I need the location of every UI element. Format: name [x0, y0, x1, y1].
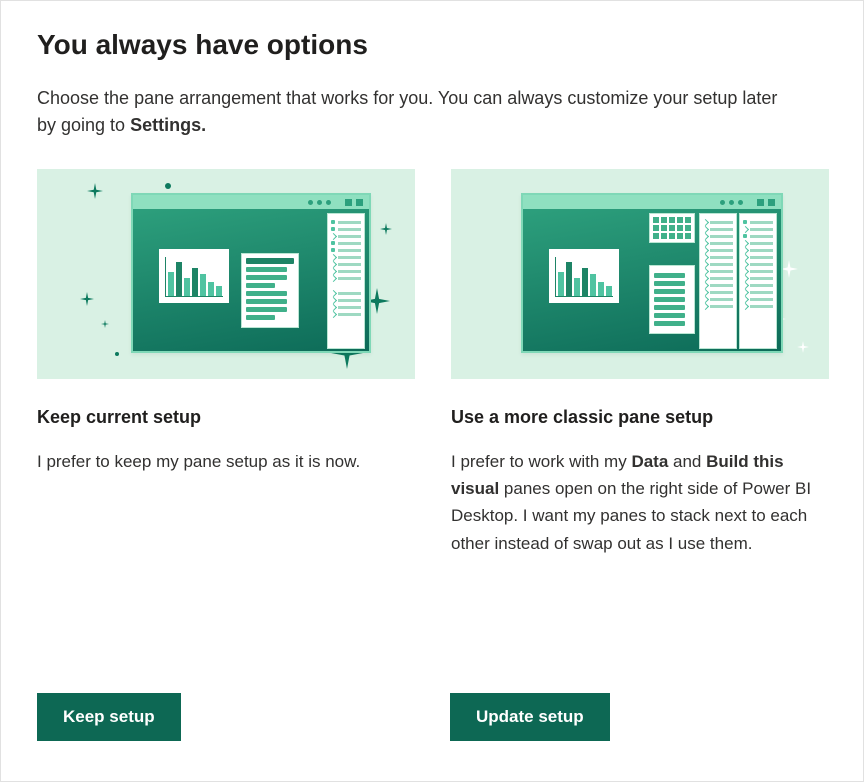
mock-side-pane [699, 213, 737, 349]
options-row: Keep current setup I prefer to keep my p… [37, 169, 827, 557]
mock-properties-panel [241, 253, 299, 328]
dialog-title: You always have options [37, 29, 827, 61]
bar-chart-icon [165, 257, 223, 297]
mock-visualizations-pane [649, 213, 695, 243]
illustration-keep-current [37, 169, 415, 379]
illustration-classic [451, 169, 829, 379]
update-setup-button[interactable]: Update setup [450, 693, 610, 741]
description-settings-bold: Settings. [130, 115, 206, 135]
option-keep-title: Keep current setup [37, 407, 415, 428]
mock-app-window [521, 193, 783, 353]
mock-titlebar [133, 195, 369, 209]
mock-titlebar [523, 195, 781, 209]
dialog-footer: Keep setup Update setup [37, 693, 827, 741]
sparkle-dot-icon [165, 183, 171, 189]
option-classic-title: Use a more classic pane setup [451, 407, 829, 428]
sparkle-dot-icon [115, 352, 119, 356]
option-keep-body: I prefer to keep my pane setup as it is … [37, 448, 415, 475]
mock-side-pane [739, 213, 777, 349]
mock-chart-card [159, 249, 229, 303]
mock-side-pane [327, 213, 365, 349]
mock-chart-card [549, 249, 619, 303]
bar-chart-icon [555, 257, 613, 297]
mock-app-window [131, 193, 371, 353]
keep-setup-button[interactable]: Keep setup [37, 693, 181, 741]
option-keep-current: Keep current setup I prefer to keep my p… [37, 169, 415, 557]
option-classic: Use a more classic pane setup I prefer t… [451, 169, 829, 557]
option-classic-body: I prefer to work with my Data and Build … [451, 448, 829, 557]
pane-options-dialog: You always have options Choose the pane … [0, 0, 864, 782]
dialog-description: Choose the pane arrangement that works f… [37, 85, 797, 139]
mock-fields-panel [649, 265, 695, 334]
